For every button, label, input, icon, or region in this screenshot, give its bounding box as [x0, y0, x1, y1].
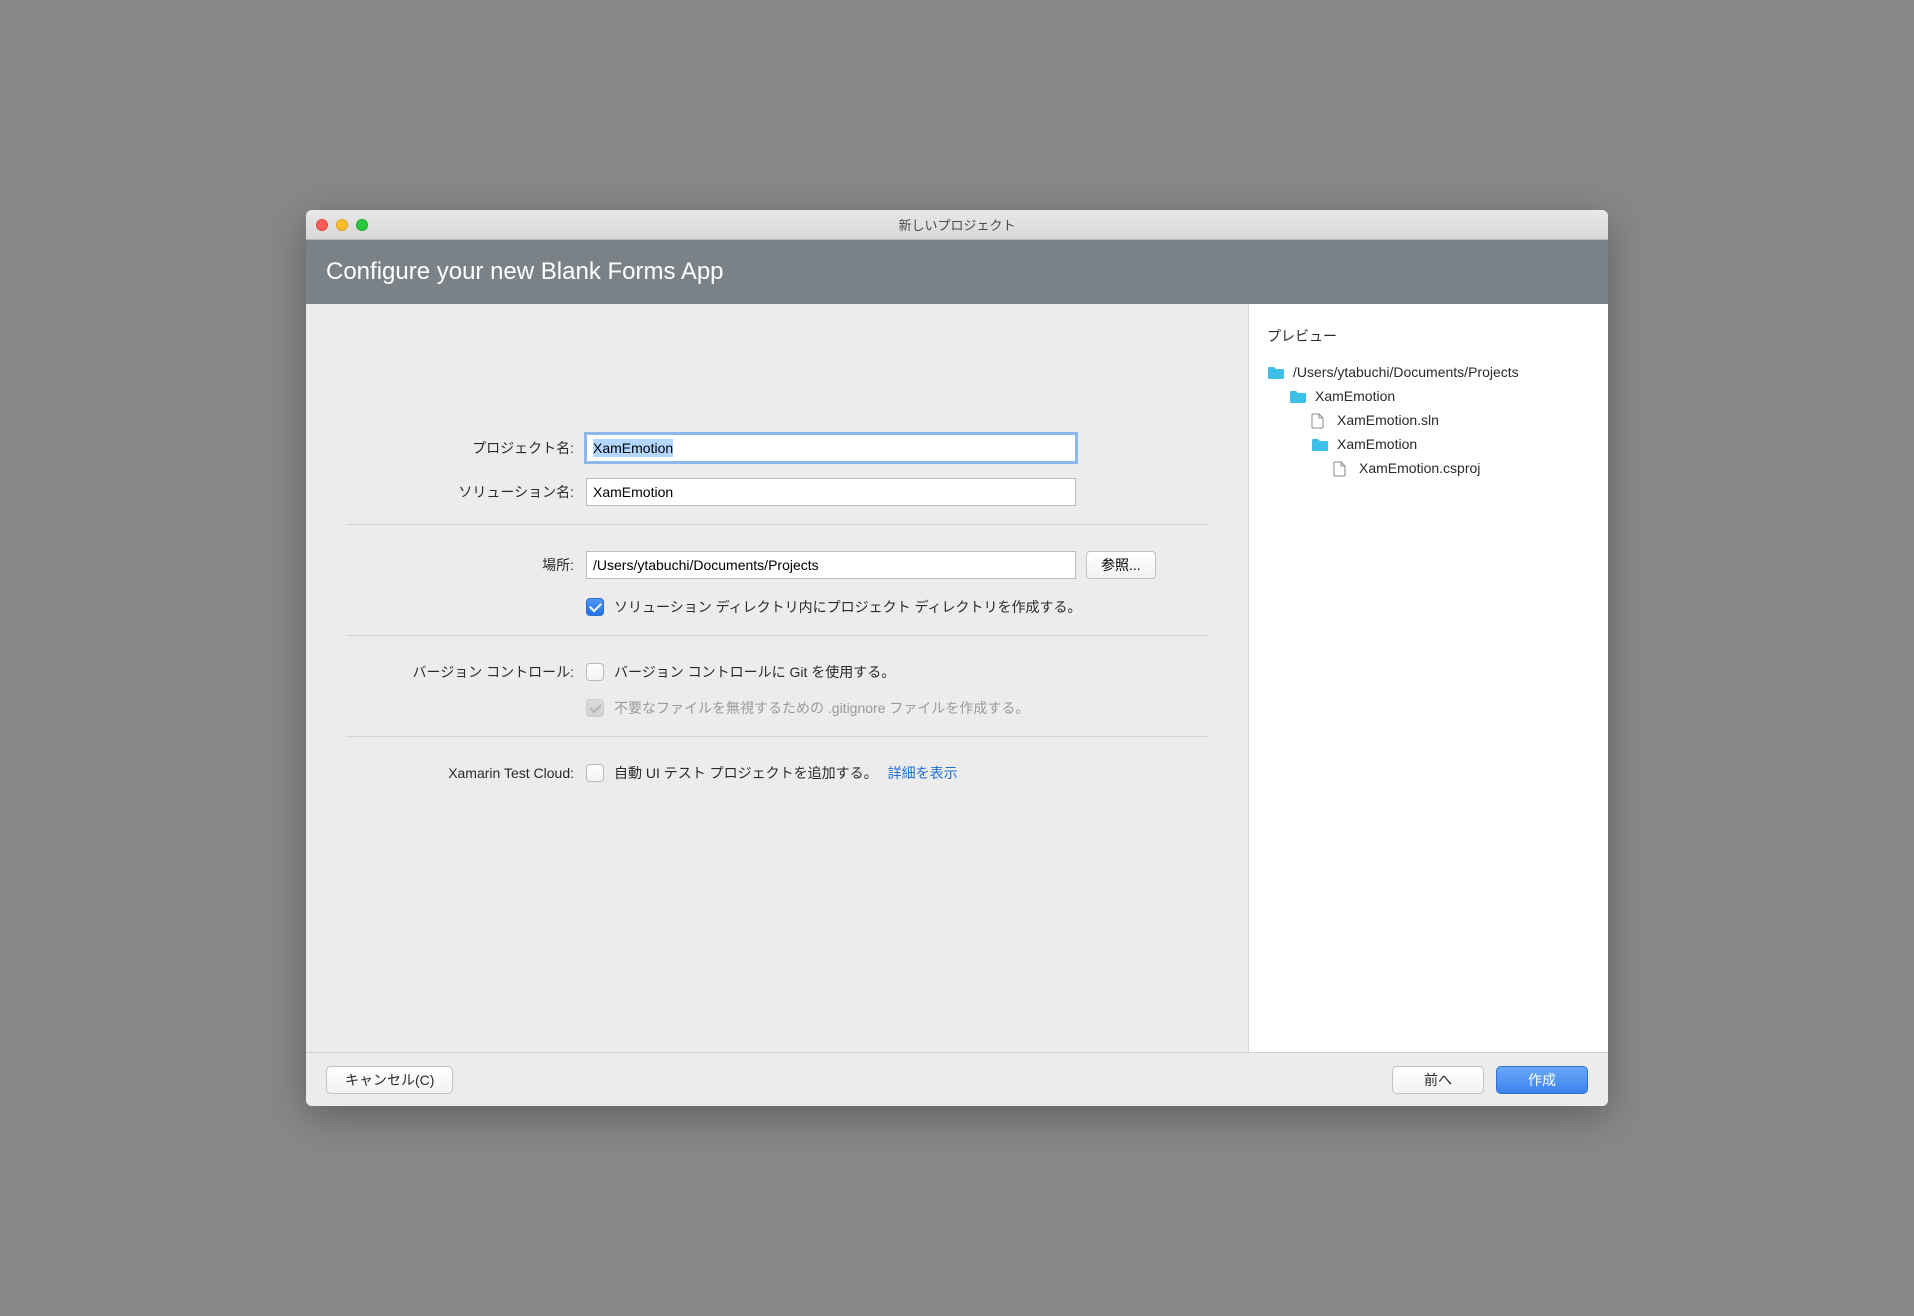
gitignore-row: 不要なファイルを無視するための .gitignore ファイルを作成する。: [316, 698, 1238, 718]
use-git-checkbox[interactable]: [586, 663, 604, 681]
preview-tree: /Users/ytabuchi/Documents/Projects XamEm…: [1267, 360, 1590, 480]
folder-icon: [1267, 365, 1285, 380]
create-solution-dir-row: ソリューション ディレクトリ内にプロジェクト ディレクトリを作成する。: [316, 597, 1238, 617]
tree-folder: XamEmotion: [1267, 384, 1590, 408]
divider: [346, 524, 1208, 525]
divider: [346, 736, 1208, 737]
content-area: プロジェクト名: XamEmotion ソリューション名: 場所:: [306, 304, 1608, 1052]
location-row: 場所: 参照...: [316, 551, 1238, 579]
version-control-label: バージョン コントロール:: [316, 662, 586, 682]
add-ui-test-checkbox[interactable]: [586, 764, 604, 782]
zoom-window-button[interactable]: [356, 219, 368, 231]
create-button[interactable]: 作成: [1496, 1066, 1588, 1094]
solution-name-label: ソリューション名:: [316, 482, 586, 502]
use-git-label: バージョン コントロールに Git を使用する。: [614, 662, 895, 682]
preview-title: プレビュー: [1267, 326, 1590, 346]
close-window-button[interactable]: [316, 219, 328, 231]
tree-file: XamEmotion.sln: [1267, 408, 1590, 432]
tree-root: /Users/ytabuchi/Documents/Projects: [1267, 360, 1590, 384]
titlebar: 新しいプロジェクト: [306, 210, 1608, 240]
traffic-lights: [316, 219, 368, 231]
project-name-row: プロジェクト名: XamEmotion: [316, 434, 1238, 462]
header-banner: Configure your new Blank Forms App: [306, 240, 1608, 304]
location-input[interactable]: [586, 551, 1076, 579]
test-cloud-row: Xamarin Test Cloud: 自動 UI テスト プロジェクトを追加す…: [316, 763, 1238, 783]
tree-file-label: XamEmotion.sln: [1337, 412, 1439, 428]
tree-folder: XamEmotion: [1267, 432, 1590, 456]
tree-root-label: /Users/ytabuchi/Documents/Projects: [1293, 364, 1519, 380]
divider: [346, 635, 1208, 636]
add-ui-test-label: 自動 UI テスト プロジェクトを追加する。: [614, 763, 878, 783]
back-button[interactable]: 前へ: [1392, 1066, 1484, 1094]
test-cloud-details-link[interactable]: 詳細を表示: [888, 763, 958, 783]
gitignore-label: 不要なファイルを無視するための .gitignore ファイルを作成する。: [614, 698, 1029, 718]
window-title: 新しいプロジェクト: [306, 215, 1608, 234]
project-name-input[interactable]: [586, 434, 1076, 462]
test-cloud-label: Xamarin Test Cloud:: [316, 765, 586, 781]
tree-file-label: XamEmotion.csproj: [1359, 460, 1480, 476]
preview-panel: プレビュー /Users/ytabuchi/Documents/Projects…: [1248, 304, 1608, 1052]
file-icon: [1311, 413, 1329, 428]
tree-folder-label: XamEmotion: [1315, 388, 1395, 404]
cancel-button[interactable]: キャンセル(C): [326, 1066, 453, 1094]
form-area: プロジェクト名: XamEmotion ソリューション名: 場所:: [306, 304, 1248, 1052]
folder-icon: [1289, 389, 1307, 404]
project-name-label: プロジェクト名:: [316, 438, 586, 458]
solution-name-row: ソリューション名:: [316, 478, 1238, 506]
header-title: Configure your new Blank Forms App: [326, 258, 724, 285]
minimize-window-button[interactable]: [336, 219, 348, 231]
create-solution-dir-label: ソリューション ディレクトリ内にプロジェクト ディレクトリを作成する。: [614, 597, 1082, 617]
browse-button[interactable]: 参照...: [1086, 551, 1156, 579]
location-label: 場所:: [316, 555, 586, 575]
version-control-row: バージョン コントロール: バージョン コントロールに Git を使用する。: [316, 662, 1238, 682]
gitignore-checkbox: [586, 699, 604, 717]
folder-icon: [1311, 437, 1329, 452]
tree-file: XamEmotion.csproj: [1267, 456, 1590, 480]
file-icon: [1333, 461, 1351, 476]
footer: キャンセル(C) 前へ 作成: [306, 1052, 1608, 1106]
new-project-dialog: 新しいプロジェクト Configure your new Blank Forms…: [306, 210, 1608, 1106]
solution-name-input[interactable]: [586, 478, 1076, 506]
tree-folder-label: XamEmotion: [1337, 436, 1417, 452]
create-solution-dir-checkbox[interactable]: [586, 598, 604, 616]
